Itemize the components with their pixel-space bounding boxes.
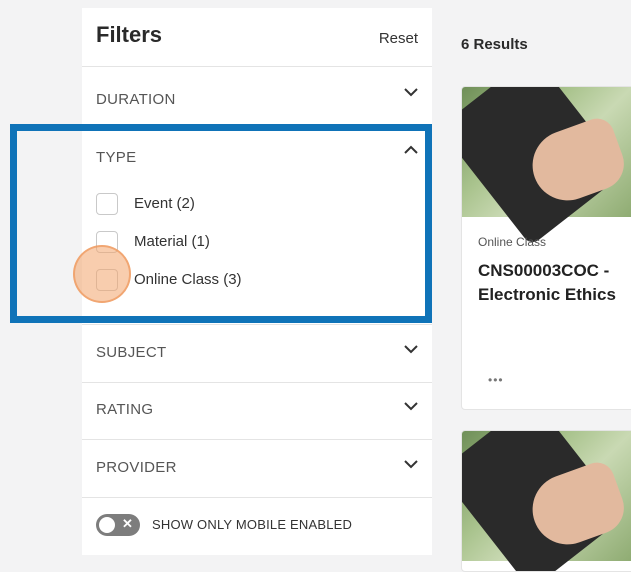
reset-button[interactable]: Reset xyxy=(379,30,418,47)
filter-option-material[interactable]: Material (1) xyxy=(96,231,396,255)
section-duration-label: DURATION xyxy=(96,91,176,108)
checkbox[interactable] xyxy=(96,231,118,253)
section-rating-label: RATING xyxy=(96,401,154,418)
checkbox[interactable] xyxy=(96,193,118,215)
mobile-enabled-toggle[interactable]: ✕ xyxy=(96,514,140,536)
section-type: TYPE Event (2) Material (1) Online Class… xyxy=(82,125,432,323)
chevron-up-icon[interactable] xyxy=(402,141,420,159)
section-provider-label: PROVIDER xyxy=(96,459,177,476)
mobile-enabled-label: SHOW ONLY MOBILE ENABLED xyxy=(152,517,353,532)
chevron-down-icon[interactable] xyxy=(402,83,420,101)
filter-option-label: Event (2) xyxy=(134,195,195,212)
card-title-line: Electronic Ethics xyxy=(478,285,616,304)
checkbox[interactable] xyxy=(96,269,118,291)
section-provider[interactable]: PROVIDER xyxy=(82,440,432,498)
toggle-knob xyxy=(99,517,115,533)
chevron-down-icon[interactable] xyxy=(402,397,420,415)
result-card[interactable]: Online Class CNS00003COC - Electronic Et… xyxy=(461,86,631,410)
filters-title: Filters xyxy=(96,22,163,47)
results-count: 6 Results xyxy=(461,36,528,53)
filter-option-label: Online Class (3) xyxy=(134,271,242,288)
filters-header: Filters Reset xyxy=(82,8,432,67)
x-icon: ✕ xyxy=(122,516,133,531)
more-options-icon[interactable]: ••• xyxy=(488,373,504,387)
section-subject-label: SUBJECT xyxy=(96,344,167,361)
mobile-enabled-filter: ✕ SHOW ONLY MOBILE ENABLED xyxy=(96,514,416,536)
card-thumbnail[interactable] xyxy=(462,431,631,571)
section-type-label: TYPE xyxy=(96,149,137,166)
card-thumbnail[interactable] xyxy=(462,87,631,247)
filter-option-online-class[interactable]: Online Class (3) xyxy=(96,269,396,293)
section-subject[interactable]: SUBJECT xyxy=(82,324,432,383)
section-duration[interactable]: DURATION xyxy=(82,67,432,125)
chevron-down-icon[interactable] xyxy=(402,455,420,473)
filter-option-label: Material (1) xyxy=(134,233,210,250)
card-title[interactable]: CNS00003COC - Electronic Ethics xyxy=(478,259,616,307)
section-rating[interactable]: RATING xyxy=(82,382,432,440)
card-type: Online Class xyxy=(478,235,547,249)
chevron-down-icon[interactable] xyxy=(402,340,420,358)
card-title-line: CNS00003COC - xyxy=(478,261,610,280)
filter-option-event[interactable]: Event (2) xyxy=(96,193,396,217)
filters-panel: Filters Reset DURATION TYPE Event (2) Ma… xyxy=(82,8,432,555)
result-card[interactable] xyxy=(461,430,631,572)
